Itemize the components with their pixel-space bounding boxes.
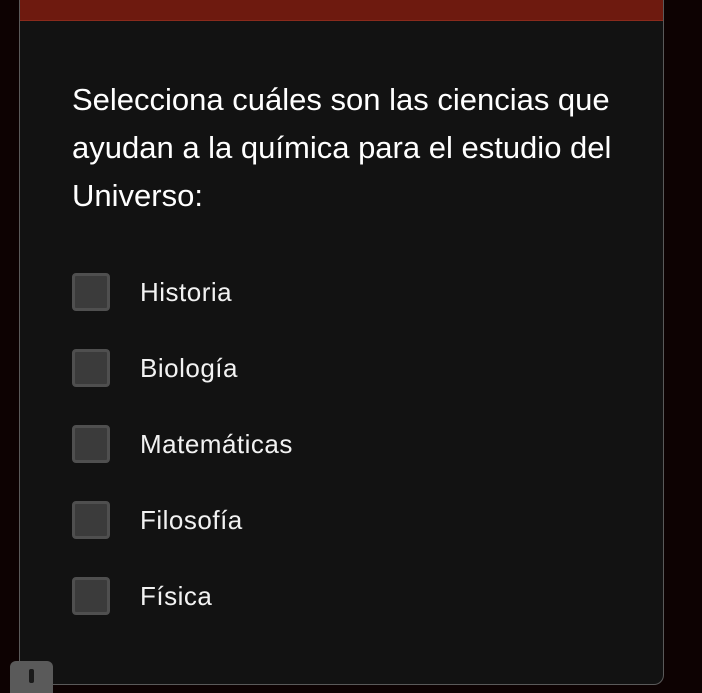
- checkbox-historia[interactable]: [72, 273, 110, 311]
- page: Selecciona cuáles son las ciencias que a…: [0, 0, 702, 693]
- option-label: Física: [140, 580, 213, 611]
- option-fisica[interactable]: Física: [72, 576, 632, 616]
- question-text: Selecciona cuáles son las ciencias que a…: [72, 82, 612, 213]
- exclamation-icon: [29, 669, 34, 683]
- checkbox-biologia[interactable]: [72, 349, 110, 387]
- checkbox-fisica[interactable]: [72, 577, 110, 615]
- option-label: Filosofía: [140, 504, 243, 535]
- card-header-bar: [20, 0, 663, 21]
- options-list: Historia Biología Matemáticas Filosofía …: [72, 272, 632, 652]
- feedback-button[interactable]: [10, 661, 53, 693]
- option-historia[interactable]: Historia: [72, 272, 632, 312]
- checkbox-filosofia[interactable]: [72, 501, 110, 539]
- checkbox-matematicas[interactable]: [72, 425, 110, 463]
- option-label: Matemáticas: [140, 428, 293, 459]
- option-matematicas[interactable]: Matemáticas: [72, 424, 632, 464]
- option-filosofia[interactable]: Filosofía: [72, 500, 632, 540]
- option-label: Biología: [140, 352, 238, 383]
- option-biologia[interactable]: Biología: [72, 348, 632, 388]
- option-label: Historia: [140, 276, 233, 307]
- question-card: Selecciona cuáles son las ciencias que a…: [19, 0, 664, 685]
